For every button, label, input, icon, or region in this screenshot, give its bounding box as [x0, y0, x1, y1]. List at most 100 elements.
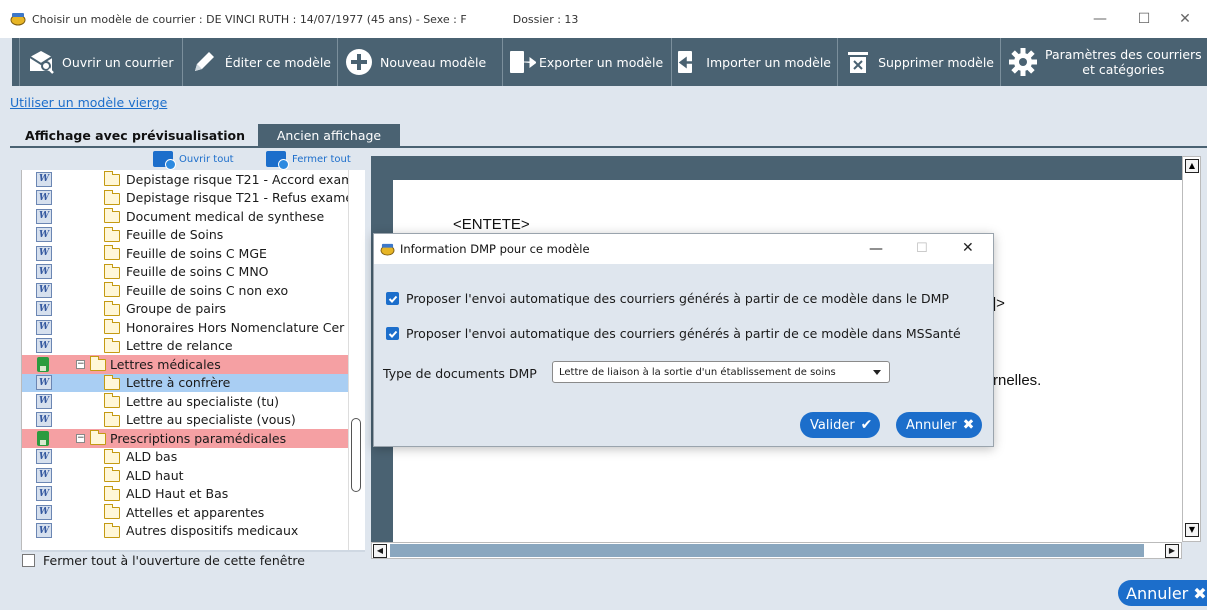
- open-all-button[interactable]: Ouvrir tout: [153, 151, 234, 170]
- scroll-left-icon[interactable]: ◀: [373, 544, 387, 558]
- tree-folder-row[interactable]: − Prescriptions paramédicales: [22, 429, 350, 448]
- tree-item-row[interactable]: W Lettre à confrère: [22, 373, 350, 392]
- tree-item-row[interactable]: W Lettre au specialiste (tu): [22, 392, 350, 411]
- tree-item-row[interactable]: W Depistage risque T21 - Refus examen: [22, 189, 361, 208]
- model-tree[interactable]: W Depistage risque T21 - Accord exam W Depi…: [21, 170, 365, 550]
- new-model-button[interactable]: Nouveau modèle: [338, 38, 503, 86]
- close-all-on-open-checkbox[interactable]: Fermer tout à l'ouverture de cette fenêt…: [22, 553, 305, 568]
- checkbox-checked-icon[interactable]: [386, 292, 399, 305]
- preview-horizontal-scrollbar[interactable]: ◀ ▶: [371, 542, 1182, 559]
- tree-scrollbar[interactable]: [348, 170, 364, 550]
- tree-item-row[interactable]: W Lettre de relance: [22, 337, 350, 356]
- export-model-label: Exporter un modèle: [539, 54, 664, 70]
- preview-vertical-scrollbar[interactable]: ▲ ▼: [1182, 156, 1201, 542]
- validate-button[interactable]: Valider ✔: [800, 412, 881, 438]
- folder-icon: [103, 319, 120, 334]
- tree-item-row[interactable]: W Feuille de soins C non exo: [22, 281, 350, 300]
- tree-item-row[interactable]: W Honoraires Hors Nomenclature Cer: [22, 318, 350, 337]
- preview-fragment-2: rnelles.: [993, 372, 1042, 389]
- checkbox-checked-icon[interactable]: [386, 327, 399, 340]
- tree-item-row[interactable]: W Attelles et apparentes: [22, 503, 350, 522]
- preview-hscroll-track[interactable]: [390, 544, 1144, 557]
- cancel-button[interactable]: Annuler ✖: [1118, 580, 1207, 606]
- edit-model-button[interactable]: Éditer ce modèle: [183, 38, 338, 86]
- tree-item-row[interactable]: W Feuille de soins C MNO: [22, 263, 350, 282]
- word-document-icon: W: [36, 486, 52, 501]
- dmp-auto-send-checkbox[interactable]: Proposer l'envoi automatique des courrie…: [386, 291, 949, 306]
- tab-preview[interactable]: Affichage avec prévisualisation: [16, 124, 254, 146]
- tree-folder-row[interactable]: − Lettres médicales: [22, 355, 350, 374]
- folder-icon: [103, 467, 120, 482]
- tree-item-row[interactable]: W ALD Haut et Bas: [22, 485, 350, 504]
- import-model-button[interactable]: Importer un modèle: [672, 38, 838, 86]
- minimize-button[interactable]: —: [1078, 0, 1122, 38]
- tree-item-row[interactable]: W ALD haut: [22, 466, 350, 485]
- close-all-button[interactable]: Fermer tout: [266, 151, 351, 170]
- preview-vscroll-thumb[interactable]: [1184, 177, 1199, 285]
- tab-old-view[interactable]: Ancien affichage: [258, 124, 400, 146]
- tree-item-row[interactable]: W Autres dispositifs medicaux: [22, 522, 350, 541]
- dialog-cancel-label: Annuler: [906, 417, 957, 433]
- export-icon: [507, 47, 537, 77]
- app-logo-icon: [380, 243, 395, 256]
- tree-item-label: Document medical de synthese: [126, 208, 325, 224]
- folder-icon: [103, 226, 120, 242]
- new-model-label: Nouveau modèle: [380, 54, 487, 70]
- dialog-minimize-button[interactable]: —: [869, 241, 883, 257]
- letter-settings-button[interactable]: Paramètres des courriers et catégories: [1001, 38, 1202, 86]
- tree-item-row[interactable]: W Depistage risque T21 - Accord exam: [22, 170, 353, 189]
- tree-item-row[interactable]: W Lettre au specialiste (vous): [22, 411, 350, 430]
- use-blank-model-link[interactable]: Utiliser un modèle vierge: [10, 95, 167, 110]
- open-letter-button[interactable]: Ouvrir un courrier: [20, 38, 183, 86]
- scroll-up-icon[interactable]: ▲: [1185, 159, 1199, 173]
- maximize-button[interactable]: ☐: [1122, 0, 1166, 38]
- folder-icon: [103, 485, 120, 501]
- tree-scrollbar-thumb[interactable]: [351, 418, 361, 492]
- category-icon: [37, 356, 49, 372]
- word-document-icon: W: [36, 301, 52, 316]
- folder-icon: [103, 504, 120, 519]
- toolbar-grip: [12, 38, 20, 86]
- collapse-icon[interactable]: −: [76, 359, 85, 369]
- tree-item-row[interactable]: W Feuille de Soins: [22, 226, 350, 245]
- scroll-right-icon[interactable]: ▶: [1165, 544, 1179, 558]
- mss-auto-send-checkbox[interactable]: Proposer l'envoi automatique des courrie…: [386, 326, 961, 341]
- close-button[interactable]: ✕: [1163, 0, 1207, 38]
- tree-item-row[interactable]: W Groupe de pairs: [22, 300, 350, 319]
- word-document-icon: W: [36, 208, 52, 224]
- dialog-maximize-button: ☐: [916, 241, 928, 256]
- folder-icon: [103, 189, 120, 205]
- export-model-button[interactable]: Exporter un modèle: [503, 38, 672, 86]
- dialog-cancel-button[interactable]: Annuler ✖: [896, 412, 983, 438]
- dmp-type-label: Type de documents DMP: [383, 366, 537, 381]
- word-document-icon: W: [36, 412, 52, 427]
- word-document-icon: W: [36, 264, 52, 279]
- tree-item-row[interactable]: W Document medical de synthese: [22, 207, 350, 226]
- folder-icon: [89, 356, 106, 371]
- dialog-title: Information DMP pour ce modèle: [400, 242, 590, 256]
- tree-item-row[interactable]: W ALD bas: [22, 448, 350, 467]
- import-model-label: Importer un modèle: [706, 54, 831, 70]
- tree-item-label: Feuille de soins C MGE: [126, 245, 267, 261]
- scroll-down-icon[interactable]: ▼: [1185, 523, 1199, 537]
- tree-item-row[interactable]: W Feuille de soins C MGE: [22, 244, 350, 263]
- gear-icon: [1007, 45, 1039, 79]
- tree-item-label: Feuille de Soins: [126, 227, 224, 243]
- word-document-icon: W: [36, 319, 52, 335]
- word-document-icon: W: [36, 227, 52, 242]
- folder-icon: [103, 337, 120, 353]
- import-icon: [676, 47, 704, 77]
- delete-model-button[interactable]: Supprimer modèle: [838, 38, 1001, 86]
- delete-model-label: Supprimer modèle: [878, 54, 994, 70]
- close-x-icon: ✖: [1193, 583, 1207, 603]
- folder-icon: [103, 263, 120, 279]
- word-document-icon: W: [36, 375, 52, 390]
- dialog-close-button[interactable]: ✕: [962, 240, 974, 256]
- window-title-bar: Choisir un modèle de courrier : DE VINCI…: [0, 0, 1207, 38]
- folder-icon: [103, 393, 120, 408]
- tree-item-label: Groupe de pairs: [126, 301, 227, 317]
- folder-icon: [103, 300, 120, 316]
- checkbox-box[interactable]: [22, 554, 35, 567]
- collapse-icon[interactable]: −: [76, 433, 85, 443]
- dmp-type-select[interactable]: Lettre de liaison à la sortie d'un établ…: [552, 361, 890, 383]
